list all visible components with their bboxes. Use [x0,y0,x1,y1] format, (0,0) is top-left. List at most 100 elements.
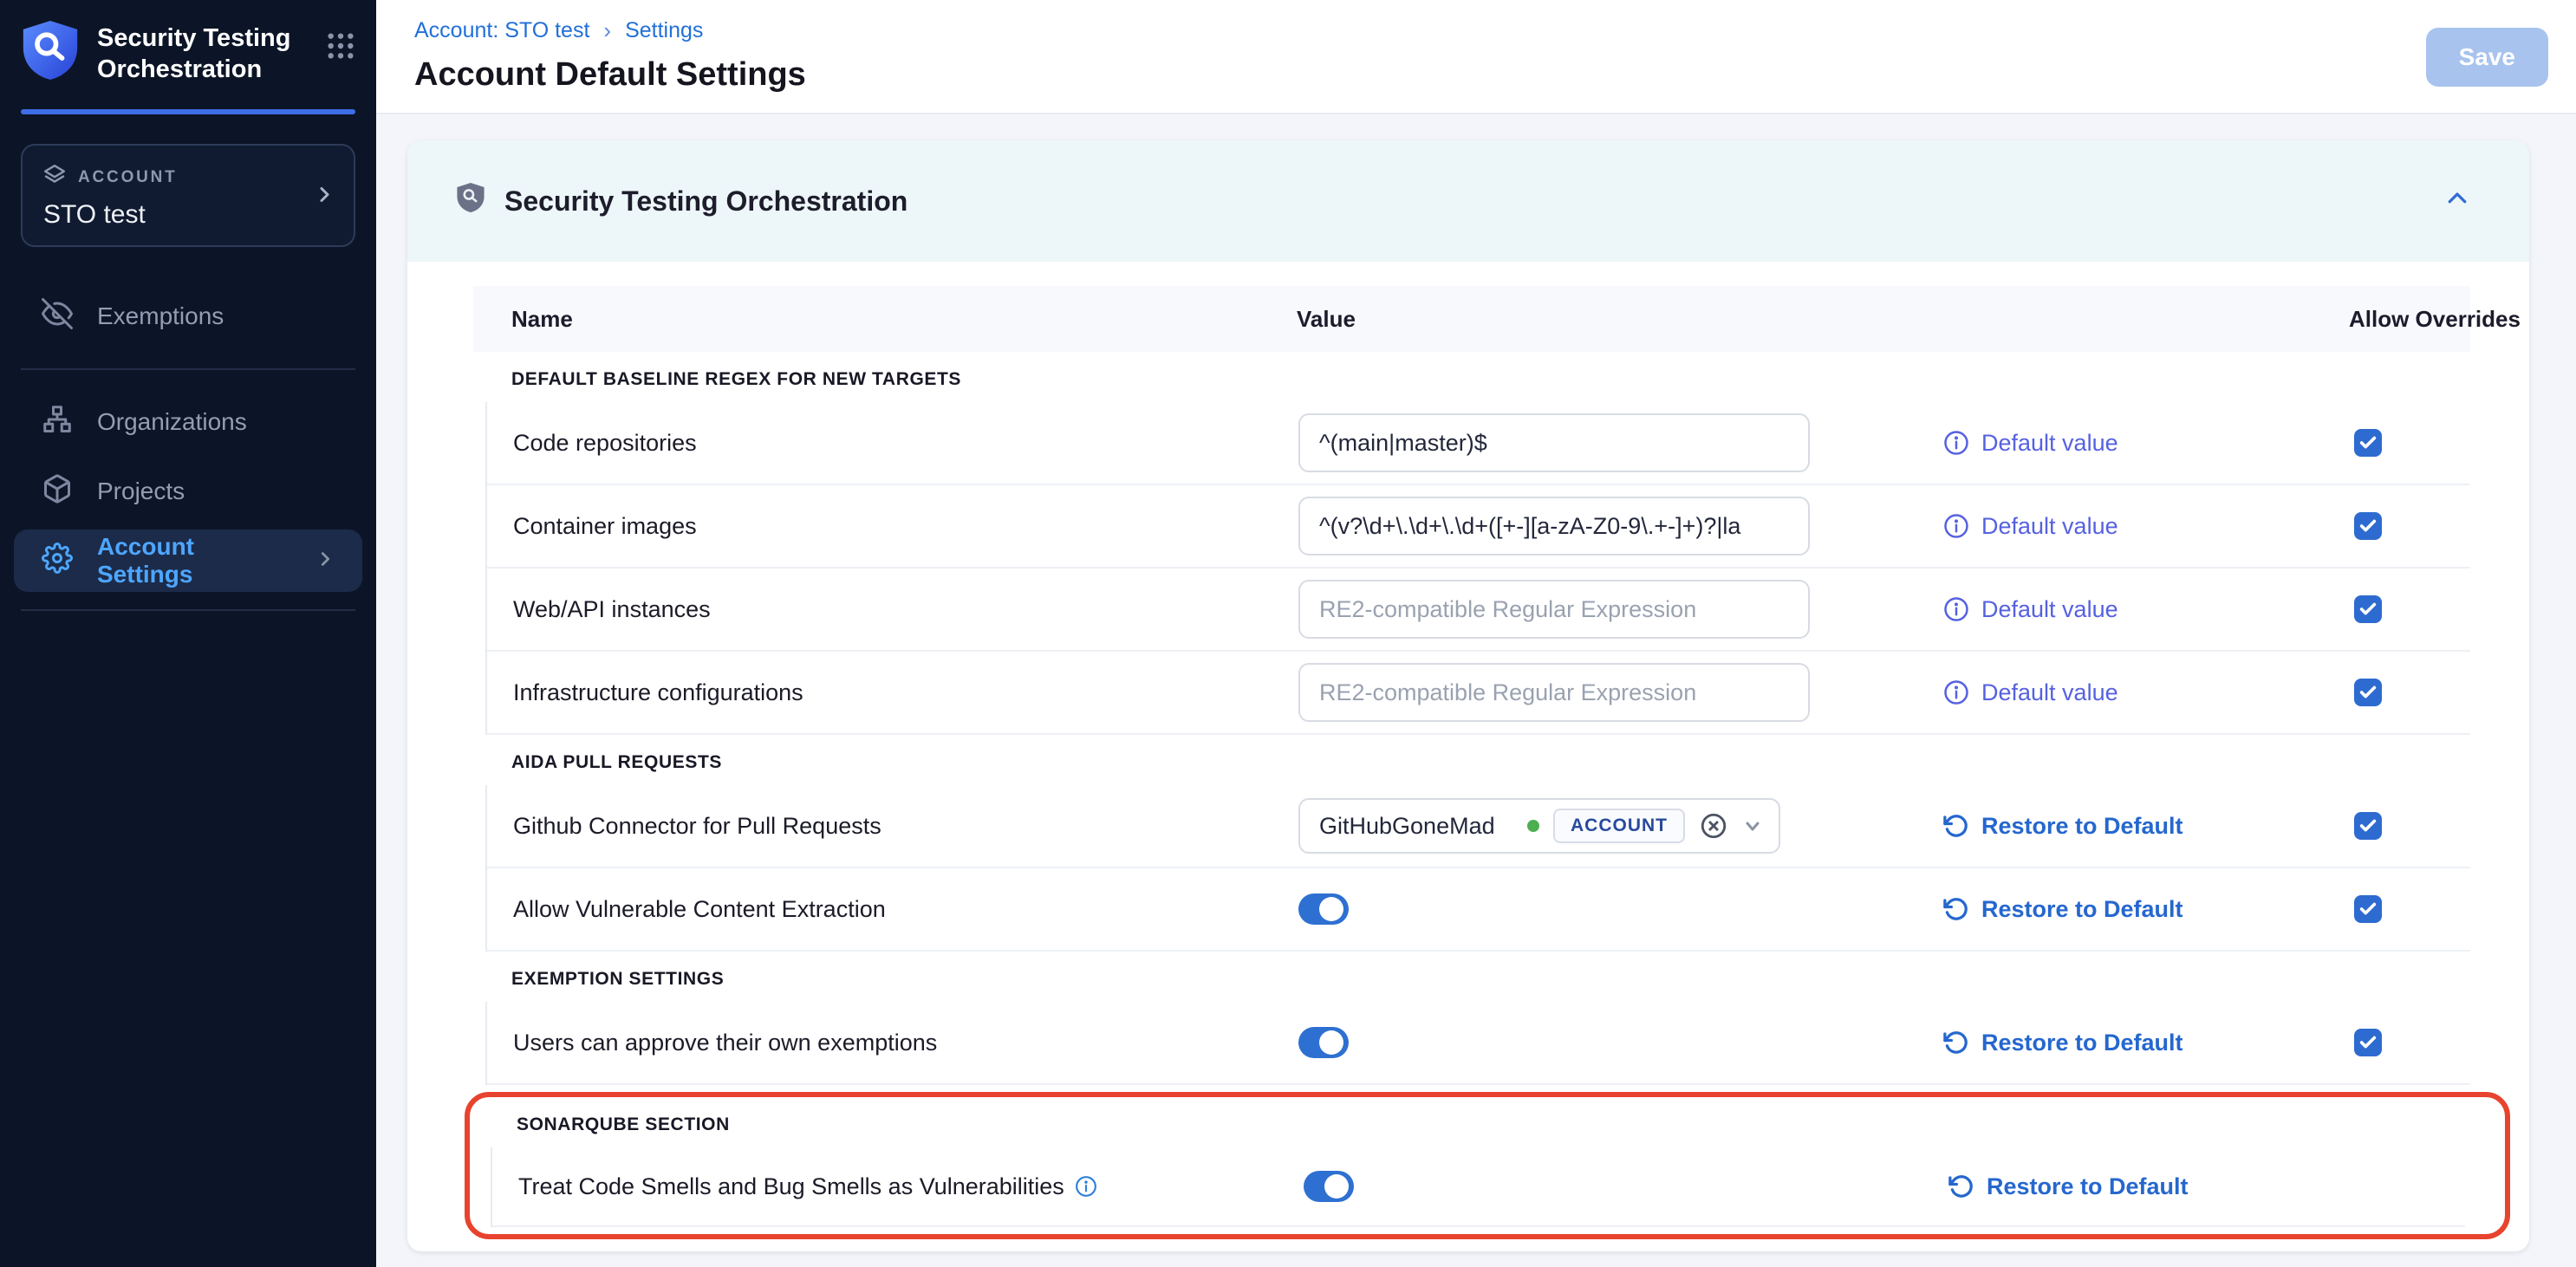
allow-vulnerable-content-toggle[interactable] [1298,893,1349,925]
breadcrumb: Account: STO test › Settings [414,17,806,44]
account-name: STO test [43,200,333,230]
sidebar-item-projects[interactable]: Projects [0,457,376,526]
setting-name: Github Connector for Pull Requests [487,813,1298,840]
account-scope-selector[interactable]: ACCOUNT STO test [21,144,355,247]
eye-off-icon [42,298,73,335]
sidebar-divider [21,609,355,611]
sidebar-header: Security Testing Orchestration [0,0,376,101]
module-grid-icon[interactable] [326,31,355,68]
table-row: Infrastructure configurations Default va… [487,652,2470,735]
github-connector-select[interactable]: GitHubGoneMad ACCOUNT [1298,798,1780,854]
setting-name: Container images [487,513,1298,540]
column-header-allow-overrides: Allow Overrides [2349,306,2521,333]
section-label: SONARQUBE SECTION [517,1114,2465,1135]
setting-name: Treat Code Smells and Bug Smells as Vuln… [518,1173,1064,1200]
gear-icon [42,543,73,580]
sidebar-item-organizations[interactable]: Organizations [0,387,376,457]
web-api-instances-regex-input[interactable] [1298,580,1810,639]
default-value-link[interactable]: Default value [1943,679,2351,706]
cube-icon [42,473,73,510]
breadcrumb-account-link[interactable]: Account: STO test [414,18,589,43]
sidebar-item-label: Exemptions [97,302,224,330]
info-icon [1943,430,1969,456]
sto-panel-header[interactable]: Security Testing Orchestration [407,140,2529,262]
table-row: Treat Code Smells and Bug Smells as Vuln… [492,1147,2465,1227]
allow-override-checkbox[interactable] [2354,895,2382,923]
section-sonarqube-highlighted: SONARQUBE SECTION Treat Code Smells and … [465,1092,2510,1239]
breadcrumb-settings-link[interactable]: Settings [625,18,703,43]
table-row: Github Connector for Pull Requests GitHu… [487,785,2470,868]
allow-override-checkbox[interactable] [2354,429,2382,457]
sidebar-item-account-settings[interactable]: Account Settings [14,530,362,592]
setting-name: Allow Vulnerable Content Extraction [487,896,1298,923]
default-value-link[interactable]: Default value [1943,596,2351,623]
setting-name: Users can approve their own exemptions [487,1030,1298,1056]
page-title: Account Default Settings [414,56,806,94]
self-approve-exemptions-toggle[interactable] [1298,1027,1349,1058]
panel-title: Security Testing Orchestration [504,185,2437,218]
connector-scope-tag: ACCOUNT [1553,809,1685,843]
allow-override-checkbox[interactable] [2354,512,2382,540]
save-button[interactable]: Save [2426,28,2548,87]
restore-undo-icon [1943,1030,1969,1056]
sidebar-nav: Exemptions Organizations [0,282,376,628]
section-label: EXEMPTION SETTINGS [511,969,2470,990]
section-label: DEFAULT BASELINE REGEX FOR NEW TARGETS [511,369,2470,390]
chevron-right-icon [314,179,335,211]
app-title: Security Testing Orchestration [97,17,309,86]
restore-undo-icon [1943,813,1969,839]
sto-shield-logo [21,17,80,90]
default-value-link[interactable]: Default value [1943,430,2351,457]
page-background: Security Testing Orchestration Name Valu… [376,113,2576,1267]
org-chart-icon [42,404,73,441]
sidebar: Security Testing Orchestration ACCOUNT [0,0,376,1267]
breadcrumb-separator-icon: › [603,17,611,44]
allow-override-checkbox[interactable] [2354,679,2382,706]
collapse-chevron-up-icon[interactable] [2437,179,2477,224]
info-icon [1943,513,1969,539]
table-row: Code repositories Default value [487,402,2470,485]
column-header-value: Value [1297,306,1942,333]
section-label: AIDA PULL REQUESTS [511,752,2470,773]
container-images-regex-input[interactable] [1298,497,1810,556]
module-accent-bar [21,109,355,114]
restore-to-default-link[interactable]: Restore to Default [1948,1173,2356,1200]
section-aida-pull-requests: AIDA PULL REQUESTS Github Connector for … [473,752,2470,952]
chevron-down-icon[interactable] [1742,815,1763,836]
info-icon [1943,596,1969,622]
allow-override-checkbox[interactable] [2354,1029,2382,1056]
treat-code-smells-toggle[interactable] [1304,1171,1354,1202]
account-scope-label: ACCOUNT [78,168,178,187]
setting-name: Infrastructure configurations [487,679,1298,706]
restore-undo-icon [1943,896,1969,922]
allow-override-checkbox[interactable] [2354,812,2382,840]
topbar: Account: STO test › Settings Account Def… [376,0,2576,113]
shield-search-icon [456,181,485,221]
section-default-baseline-regex: DEFAULT BASELINE REGEX FOR NEW TARGETS C… [473,369,2470,735]
column-header-name: Name [511,306,1297,333]
restore-to-default-link[interactable]: Restore to Default [1943,813,2351,840]
main-area: Account: STO test › Settings Account Def… [376,0,2576,1267]
connector-status-dot [1527,820,1539,832]
section-exemption-settings: EXEMPTION SETTINGS Users can approve the… [473,969,2470,1085]
sidebar-item-label: Projects [97,478,185,505]
table-row: Web/API instances Default value [487,569,2470,652]
table-row: Allow Vulnerable Content Extraction Rest… [487,868,2470,952]
infrastructure-config-regex-input[interactable] [1298,663,1810,722]
settings-card: Security Testing Orchestration Name Valu… [407,140,2529,1251]
connector-value: GitHubGoneMad [1319,813,1513,840]
restore-to-default-link[interactable]: Restore to Default [1943,1030,2351,1056]
code-repositories-regex-input[interactable] [1298,413,1810,472]
table-row: Users can approve their own exemptions R… [487,1002,2470,1085]
default-value-link[interactable]: Default value [1943,513,2351,540]
clear-circle-x-icon[interactable] [1699,811,1728,841]
chevron-right-icon [315,547,335,575]
allow-override-checkbox[interactable] [2354,595,2382,623]
info-icon[interactable] [1075,1175,1097,1198]
app-root: Security Testing Orchestration ACCOUNT [0,0,2576,1267]
restore-undo-icon [1948,1173,1974,1199]
settings-table: Name Value Allow Overrides DEFAULT BASEL… [407,286,2529,1239]
setting-name: Web/API instances [487,596,1298,623]
restore-to-default-link[interactable]: Restore to Default [1943,896,2351,923]
sidebar-item-exemptions[interactable]: Exemptions [0,282,376,351]
